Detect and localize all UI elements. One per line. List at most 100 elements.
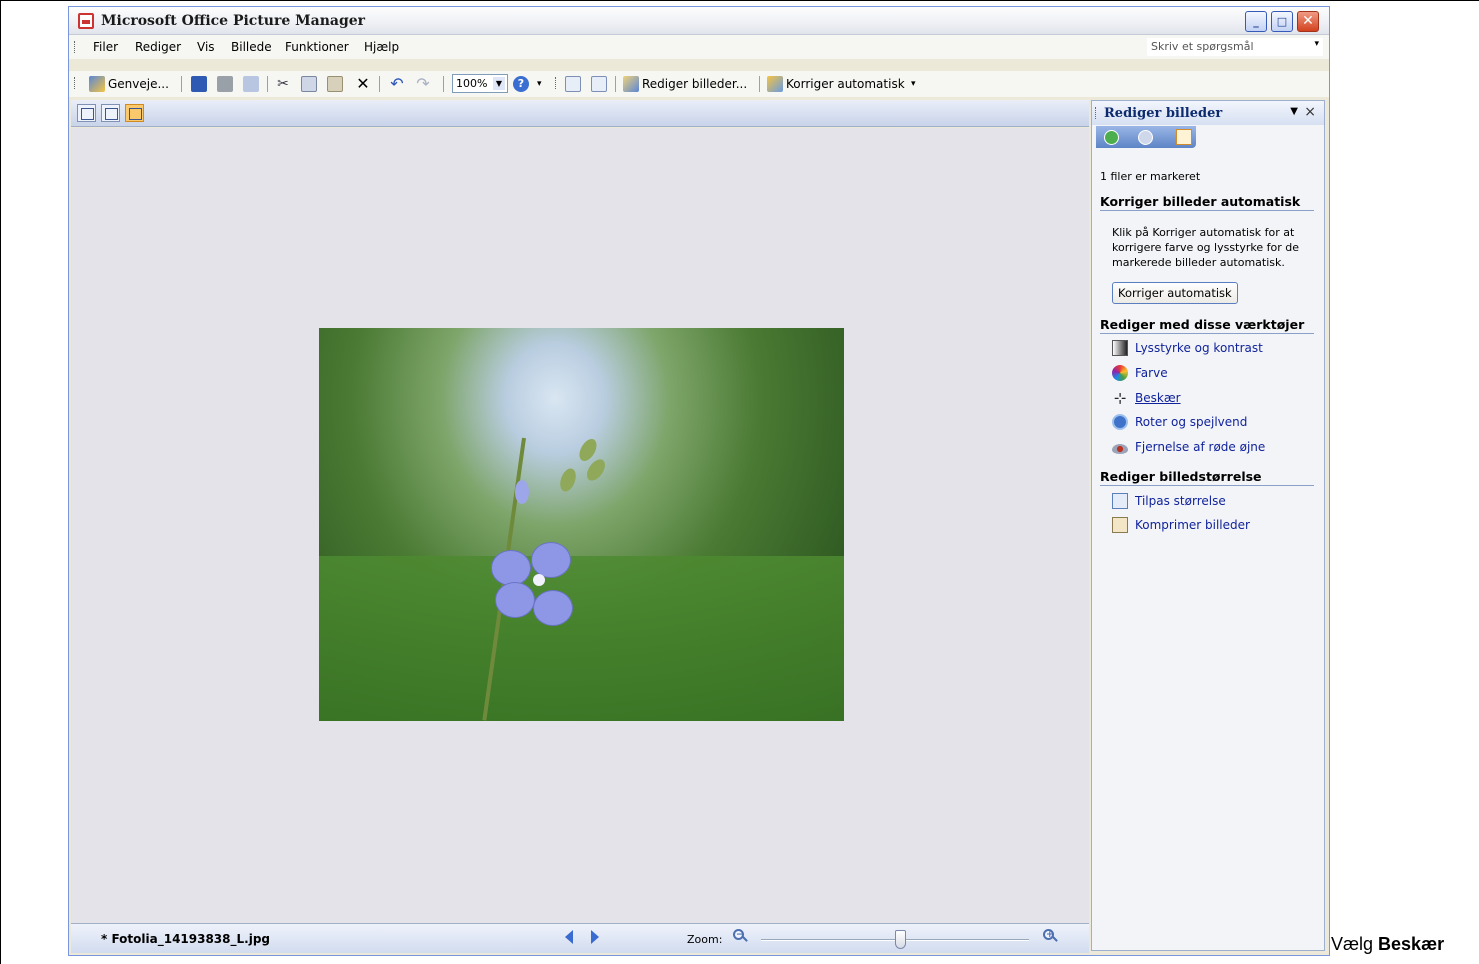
auto-correct-heading: Korriger billeder automatisk	[1100, 194, 1314, 211]
auto-correct-toolbar-label: Korriger automatisk	[786, 77, 905, 91]
paste-icon	[327, 76, 343, 92]
task-pane-grip[interactable]	[1095, 107, 1098, 119]
home-icon[interactable]	[1176, 129, 1192, 145]
close-button[interactable]: ✕	[1297, 11, 1319, 32]
caption-bold-word: Beskær	[1378, 934, 1445, 954]
help-question-box[interactable]: Skriv et spørgsmål ▾	[1147, 38, 1323, 56]
resize-heading: Rediger billedstørrelse	[1100, 469, 1314, 486]
save-button[interactable]	[191, 74, 207, 94]
photo-bud	[557, 466, 579, 494]
photo-flower-center	[533, 574, 545, 586]
thumbnail-view-button[interactable]	[77, 104, 96, 122]
email-icon	[243, 76, 259, 92]
task-pane-close-icon[interactable]: ×	[1304, 104, 1316, 120]
toolbar-grip-2[interactable]	[555, 77, 558, 89]
link-color[interactable]: Farve	[1112, 364, 1168, 382]
zoom-dropdown-icon[interactable]: ▼	[493, 77, 505, 90]
auto-correct-toolbar-button[interactable]: Korriger automatisk	[767, 74, 905, 94]
shortcuts-icon	[89, 76, 105, 92]
toolbar-separator	[443, 76, 444, 92]
status-bar: * Fotolia_14193838_L.jpg Zoom: − +	[71, 923, 1089, 953]
scissors-icon: ✂	[277, 76, 289, 92]
filmstrip-view-button[interactable]	[101, 104, 120, 122]
photo-petal	[533, 590, 573, 626]
photo-grass	[319, 555, 844, 721]
zoom-select[interactable]: 100% ▼	[452, 74, 508, 93]
menu-billede[interactable]: Billede	[231, 40, 272, 54]
task-pane-header: Rediger billeder ▼ ×	[1092, 101, 1324, 125]
delete-button[interactable]: ✕	[355, 74, 371, 94]
photo-petal	[495, 582, 535, 618]
task-pane-title: Rediger billeder	[1104, 106, 1223, 121]
rotate-left-button[interactable]	[565, 74, 581, 94]
toolbar-grip[interactable]	[74, 77, 77, 89]
link-brightness-contrast[interactable]: Lysstyrke og kontrast	[1112, 339, 1263, 357]
next-picture-icon[interactable]	[591, 930, 599, 944]
zoom-label: Zoom:	[687, 933, 723, 946]
delete-x-icon: ✕	[356, 74, 370, 93]
undo-button[interactable]: ↶	[389, 74, 405, 94]
zoom-slider-thumb[interactable]	[895, 930, 907, 949]
link-crop[interactable]: ⊹ Beskær	[1112, 389, 1181, 407]
help-button[interactable]: ?	[513, 74, 529, 94]
auto-correct-description: Klik på Korriger automatisk for at korri…	[1112, 226, 1300, 269]
shortcuts-button[interactable]: Genveje...	[89, 74, 169, 94]
menu-grip[interactable]	[74, 41, 77, 53]
crop-icon: ⊹	[1113, 389, 1127, 407]
email-button[interactable]	[243, 74, 259, 94]
toolbar-options-button-2[interactable]: ▾	[911, 74, 916, 94]
single-picture-view-button[interactable]	[125, 104, 144, 122]
help-dropdown-icon[interactable]: ▾	[1314, 39, 1319, 49]
red-eye-icon	[1112, 443, 1128, 454]
menu-filer[interactable]: Filer	[93, 40, 118, 54]
toolbar-options-icon: ▾	[911, 79, 916, 89]
link-compress[interactable]: Komprimer billeder	[1112, 516, 1250, 534]
photo-bud	[515, 480, 529, 504]
resize-icon	[1112, 493, 1128, 509]
paste-button[interactable]	[327, 74, 343, 94]
view-bar	[71, 100, 1089, 127]
edit-pictures-icon	[623, 76, 639, 92]
toolbar-separator	[615, 76, 616, 92]
undo-icon: ↶	[390, 74, 404, 93]
link-resize[interactable]: Tilpas størrelse	[1112, 492, 1226, 510]
flower-photo[interactable]	[319, 328, 844, 721]
menu-vis[interactable]: Vis	[197, 40, 215, 54]
photo-petal	[531, 542, 571, 578]
rotate-right-icon	[591, 76, 607, 92]
title-bar: Microsoft Office Picture Manager _ □ ✕	[69, 7, 1329, 35]
rotate-left-icon	[565, 76, 581, 92]
help-question-placeholder: Skriv et spørgsmål	[1151, 40, 1254, 53]
rotate-right-button[interactable]	[591, 74, 607, 94]
cut-button[interactable]: ✂	[275, 74, 291, 94]
toolbar-options-button[interactable]: ▾	[537, 74, 542, 94]
toolbar-separator	[181, 76, 182, 92]
edit-pictures-button[interactable]: Rediger billeder...	[623, 74, 747, 94]
app-icon	[78, 13, 94, 29]
compress-icon	[1112, 517, 1128, 533]
menu-hjaelp[interactable]: Hjælp	[364, 40, 399, 54]
link-rotate-flip[interactable]: Roter og spejlvend	[1112, 413, 1247, 431]
redo-button[interactable]: ↷	[415, 74, 431, 94]
zoom-in-icon[interactable]: +	[1043, 929, 1059, 945]
edit-pictures-label: Rediger billeder...	[642, 77, 748, 91]
menu-bar: Filer Rediger Vis Billede Funktioner Hjæ…	[69, 35, 1329, 59]
copy-button[interactable]	[301, 74, 317, 94]
edit-pictures-task-pane: Rediger billeder ▼ × 1 filer er markeret…	[1091, 100, 1325, 951]
menu-funktioner[interactable]: Funktioner	[285, 40, 349, 54]
task-pane-menu-icon[interactable]: ▼	[1290, 106, 1298, 117]
shortcuts-label: Genveje...	[108, 77, 169, 91]
print-button[interactable]	[217, 74, 233, 94]
back-icon[interactable]	[1104, 130, 1119, 145]
color-wheel-icon	[1112, 365, 1128, 381]
previous-picture-icon[interactable]	[565, 930, 573, 944]
auto-correct-icon	[767, 76, 783, 92]
minimize-button[interactable]: _	[1245, 11, 1267, 32]
zoom-out-icon[interactable]: −	[733, 929, 749, 945]
menu-rediger[interactable]: Rediger	[135, 40, 181, 54]
link-red-eye[interactable]: Fjernelse af røde øjne	[1112, 438, 1265, 456]
task-pane-nav	[1096, 126, 1196, 148]
auto-correct-button[interactable]: Korriger automatisk	[1112, 282, 1238, 304]
forward-icon[interactable]	[1138, 130, 1153, 145]
maximize-button[interactable]: □	[1271, 11, 1293, 32]
